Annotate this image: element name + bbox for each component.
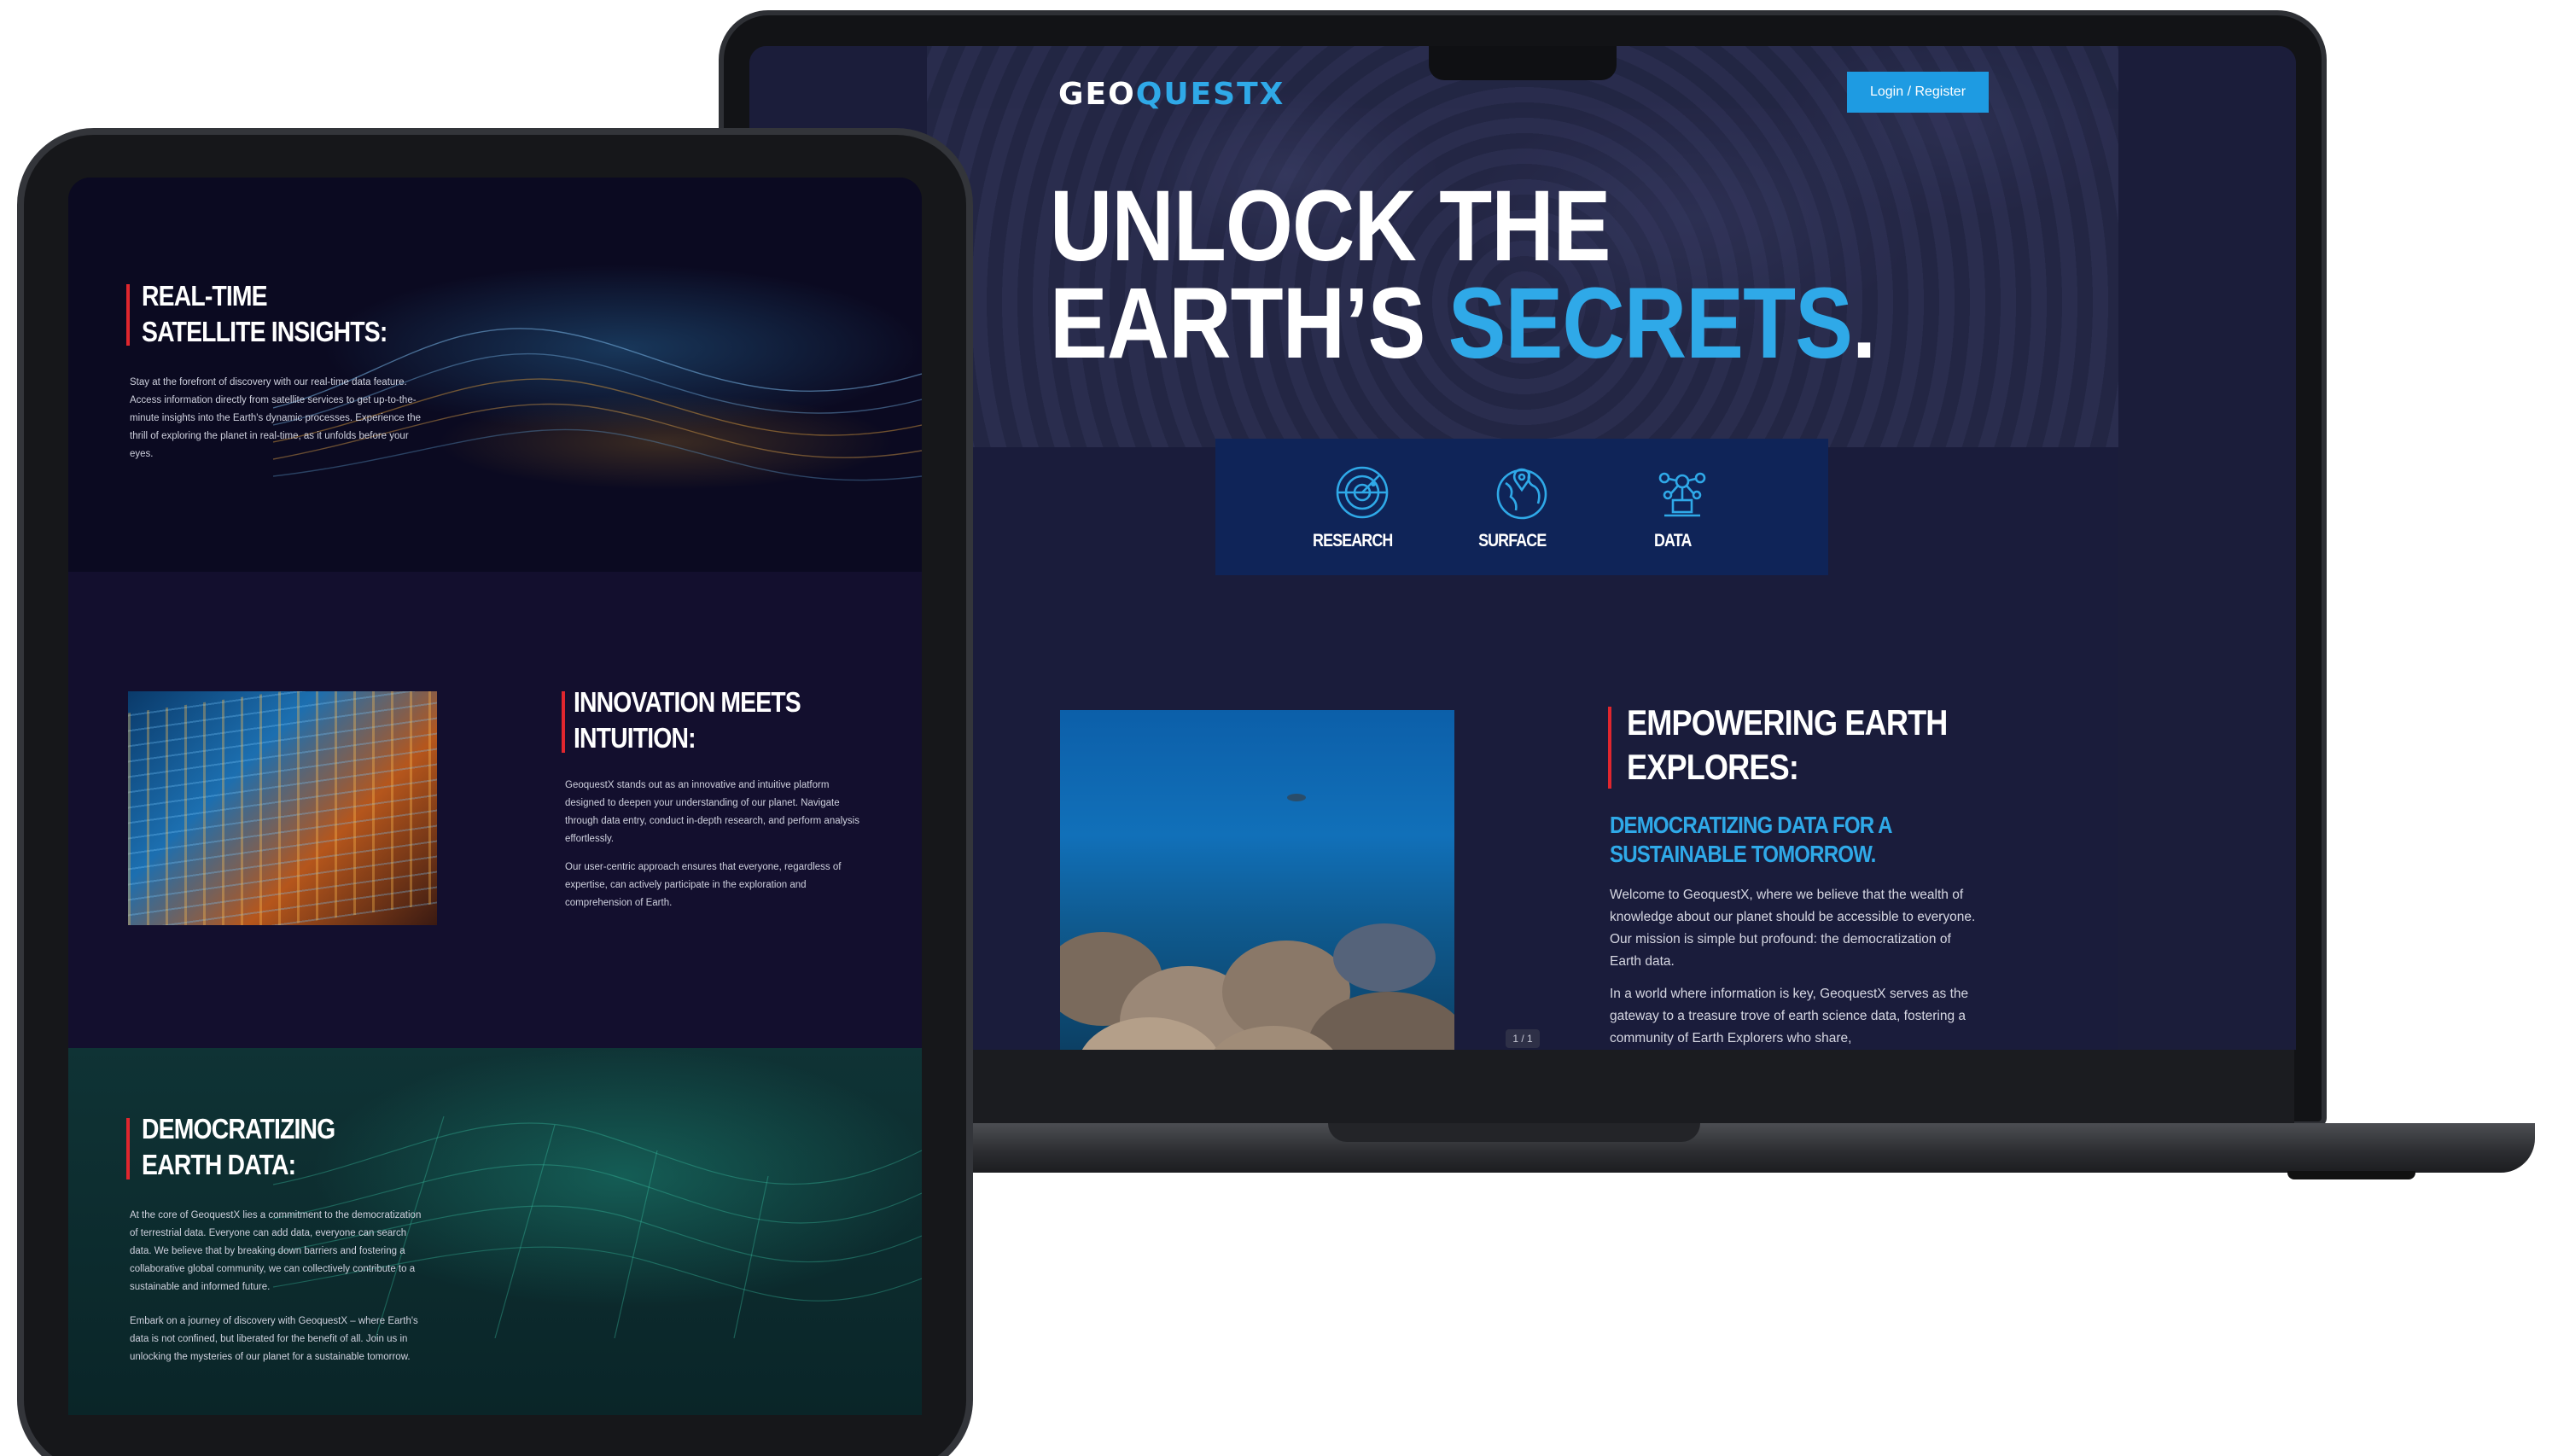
feature-surface-label: SURFACE [1478,531,1547,550]
satellite-paragraph: Stay at the forefront of discovery with … [130,377,421,459]
satellite-title-line1: REAL-TIME [142,280,268,312]
feature-surface[interactable]: SURFACE [1458,463,1586,551]
coral-shape [1333,923,1436,992]
slide-counter: 1 / 1 [1506,1029,1540,1048]
feature-data-label: DATA [1653,531,1692,550]
laptop-chin [751,1050,2294,1127]
hero-heading-line1: UNLOCK THE [1050,170,1611,282]
section-subtitle-line1: DEMOCRATIZING DATA FOR A [1610,812,1893,838]
democratizing-paragraph-2: Embark on a journey of discovery with Ge… [130,1316,418,1362]
feature-data[interactable]: DATA [1618,463,1746,551]
data-network-icon [1658,472,1706,517]
feature-panel: RESEARCH SURFACE DATA [1215,439,1828,575]
section-title-line2: EXPLORES: [1627,747,1799,787]
innovation-title-line2: INTUITION: [574,722,696,754]
logo-suffix: X [1259,77,1285,112]
innovation-paragraph-1: GeoquestX stands out as an innovative an… [565,780,859,844]
satellite-title-line2: SATELLITE INSIGHTS: [142,316,387,347]
tablet-section-innovation: INNOVATION MEETS INTUITION: GeoquestX st… [68,572,922,1048]
section-paragraph-2: In a world where information is key, Geo… [1610,987,1969,1045]
hero-line2-suffix: . [1852,267,1876,380]
circuit-grid [128,691,437,925]
fish-shape [1287,794,1306,801]
logo-middle: QUEST [1135,77,1260,112]
section-accent-bar [1608,707,1611,789]
globe-pin-icon [1496,468,1547,520]
login-register-button[interactable]: Login / Register [1847,72,1989,113]
section-paragraph-1: Welcome to GeoquestX, where we believe t… [1610,888,1976,969]
camera-notch [1429,46,1617,80]
site-logo[interactable]: GEOQUESTX [1058,77,1285,112]
innovation-paragraph-2: Our user-centric approach ensures that e… [565,862,842,908]
circuit-board-image [128,691,437,925]
hero-heading-line2: EARTH’S SECRETS. [1050,273,1876,374]
democratizing-title-line2: EARTH DATA: [142,1149,296,1180]
underwater-coral-image [1060,710,1454,1050]
democratizing-paragraph-1: At the core of GeoquestX lies a commitme… [130,1210,422,1292]
section-subtitle-line2: SUSTAINABLE TOMORROW. [1610,841,1876,867]
democratizing-accent-bar [126,1118,130,1179]
laptop-foot [2287,1171,2415,1179]
tablet-screen: REAL-TIME SATELLITE INSIGHTS: Stay at th… [68,178,922,1415]
tablet-section-democratizing: DEMOCRATIZING EARTH DATA: At the core of… [68,1048,922,1415]
innovation-title-line1: INNOVATION MEETS [574,686,801,718]
feature-research[interactable]: RESEARCH [1298,463,1426,551]
satellite-accent-bar [126,284,130,346]
laptop-screen: GEOQUESTX Login / Register UNLOCK THE EA… [749,46,2296,1050]
feature-research-label: RESEARCH [1313,531,1393,550]
democratizing-title-line1: DEMOCRATIZING [142,1113,335,1144]
section-title-line1: EMPOWERING EARTH [1627,702,1948,743]
hero-line2-prefix: EARTH’S [1050,267,1448,380]
radar-icon [1336,466,1389,519]
laptop-trackpad-groove [1328,1123,1700,1142]
logo-prefix: GEO [1058,77,1136,112]
hero-line2-accent: SECRETS [1448,267,1853,380]
tablet-section-satellite: REAL-TIME SATELLITE INSIGHTS: Stay at th… [68,178,922,572]
innovation-accent-bar [562,691,565,753]
